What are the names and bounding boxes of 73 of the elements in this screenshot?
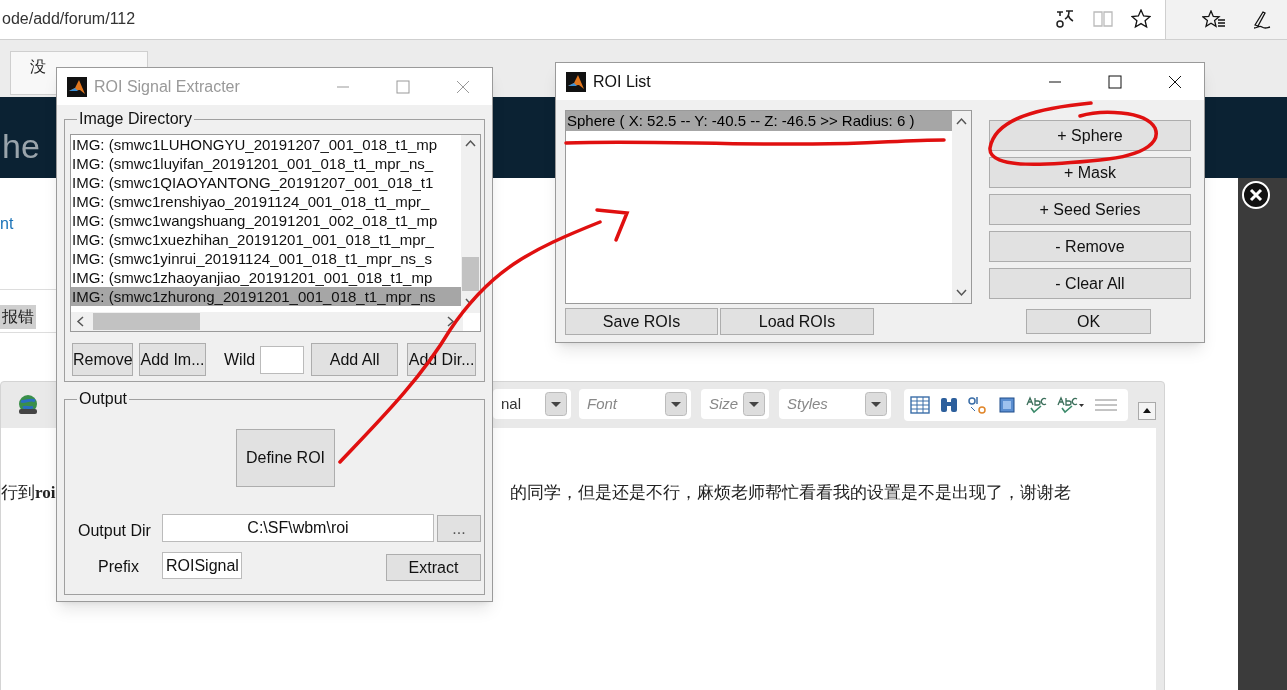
spellcheck-icon[interactable] xyxy=(1026,396,1048,414)
scroll-up-icon[interactable] xyxy=(465,139,476,147)
browse-button[interactable]: ... xyxy=(437,515,481,542)
favorites-icon[interactable] xyxy=(1202,9,1226,30)
roi-action-button[interactable]: + Seed Series xyxy=(989,194,1191,225)
wild-field[interactable] xyxy=(260,345,305,374)
file-item[interactable]: IMG: (smwc1QIAOYANTONG_20191207_001_018_t1 xyxy=(71,173,461,192)
roi-action-button[interactable]: + Sphere xyxy=(989,120,1191,151)
scroll-right-icon[interactable] xyxy=(447,316,455,327)
pen-icon[interactable] xyxy=(1252,9,1272,30)
remove-button[interactable]: Remove xyxy=(72,343,133,376)
add-all-button[interactable]: Add All xyxy=(311,343,399,376)
roi-action-button[interactable]: - Remove xyxy=(989,231,1191,262)
close-icon[interactable] xyxy=(1168,74,1182,89)
output-dir-field[interactable]: C:\SF\wbm\roi xyxy=(162,514,434,542)
group-label: Image Directory xyxy=(77,109,194,129)
extract-button[interactable]: Extract xyxy=(386,554,481,581)
window-title: ROI List xyxy=(593,71,651,92)
file-item[interactable]: IMG: (smwc1yinrui_20191124_001_018_t1_mpr_ns_s xyxy=(71,249,461,268)
scroll-left-icon[interactable] xyxy=(76,316,84,327)
font-dropdown[interactable]: Font xyxy=(579,389,691,419)
wild-label: Wild xyxy=(224,349,256,370)
horizontal-scrollbar[interactable] xyxy=(71,312,463,331)
prefix-label: Prefix xyxy=(98,557,139,577)
roi-item[interactable]: Sphere ( X: 52.5 -- Y: -40.5 -- Z: -46.5 >> Radius: 6 ) xyxy=(566,111,952,131)
file-item[interactable]: IMG: (smwc1renshiyao_20191124_001_018_t1_mpr_ xyxy=(71,192,461,211)
file-item[interactable]: IMG: (smwc1zhurong_20191201_001_018_t1_mpr_ns xyxy=(71,287,461,306)
define-roi-button[interactable]: Define ROI xyxy=(236,429,335,487)
file-item[interactable]: IMG: (smwc1zhaoyanjiao_20191201_001_018_t1_mp xyxy=(71,268,461,287)
scroll-up-icon[interactable] xyxy=(956,117,967,125)
star-icon[interactable] xyxy=(1131,9,1151,29)
vertical-scrollbar[interactable] xyxy=(461,135,480,313)
file-listbox[interactable] xyxy=(70,134,481,332)
file-item[interactable]: IMG: (smwc1LUHONGYU_20191207_001_018_t1_mp xyxy=(71,135,461,154)
roi-action-button[interactable]: + Mask xyxy=(989,157,1191,188)
table-icon[interactable] xyxy=(910,396,930,414)
post-text: 行到roi xyxy=(1,482,56,504)
scroll-thumb[interactable] xyxy=(462,257,479,291)
collapse-icon[interactable] xyxy=(1138,402,1156,420)
window-title: ROI Signal Extracter xyxy=(94,76,240,97)
post-text: 的同学，但是还是不行，麻烦老师帮忙看看我的设置是不是出现了，谢谢老 xyxy=(510,482,1071,504)
ok-button[interactable]: OK xyxy=(1026,309,1151,334)
format-dropdown[interactable]: nal xyxy=(493,389,571,419)
file-item[interactable]: IMG: (smwc1xuezhihan_20191201_001_018_t1_mpr_ xyxy=(71,230,461,249)
prefix-field[interactable]: ROISignal xyxy=(162,552,242,579)
save-rois-button[interactable]: Save ROIs xyxy=(565,308,718,335)
spellcheck-dropdown-icon[interactable] xyxy=(1057,396,1085,414)
add-image-button[interactable]: Add Im... xyxy=(139,343,206,376)
size-dropdown[interactable]: Size xyxy=(701,389,769,419)
group-label: Output xyxy=(77,389,130,409)
roi-action-button[interactable]: - Clear All xyxy=(989,268,1191,299)
app-logo-icon xyxy=(566,71,586,92)
globe-icon[interactable] xyxy=(17,394,39,416)
find-result-text: 没 xyxy=(30,57,46,77)
output-dir-label: Output Dir xyxy=(78,521,151,541)
roi-listbox[interactable]: Sphere ( X: 52.5 -- Y: -40.5 -- Z: -46.5 >> Radius: 6 ) xyxy=(565,110,972,304)
replace-icon[interactable] xyxy=(968,396,988,414)
highlighted-text: 报错 xyxy=(0,305,36,329)
load-rois-button[interactable]: Load ROIs xyxy=(720,308,874,335)
scroll-thumb[interactable] xyxy=(93,313,200,330)
address-bar[interactable]: ode/add/forum/112 xyxy=(0,0,1166,40)
link[interactable]: nt xyxy=(0,212,14,236)
select-all-icon[interactable] xyxy=(997,396,1017,414)
page-title: he xyxy=(2,126,40,167)
app-logo-icon xyxy=(67,76,87,97)
vertical-scrollbar[interactable] xyxy=(952,111,971,303)
file-item[interactable]: IMG: (smwc1luyifan_20191201_001_018_t1_mpr_ns_ xyxy=(71,154,461,173)
url-text: ode/add/forum/112 xyxy=(2,9,136,29)
file-item[interactable]: IMG: (smwc1wangshuang_20191201_002_018_t1_mp xyxy=(71,211,461,230)
scroll-down-icon[interactable] xyxy=(956,289,967,297)
styles-dropdown[interactable]: Styles xyxy=(779,389,891,419)
translate-icon[interactable] xyxy=(1055,9,1075,29)
maximize-icon[interactable] xyxy=(1108,74,1122,89)
